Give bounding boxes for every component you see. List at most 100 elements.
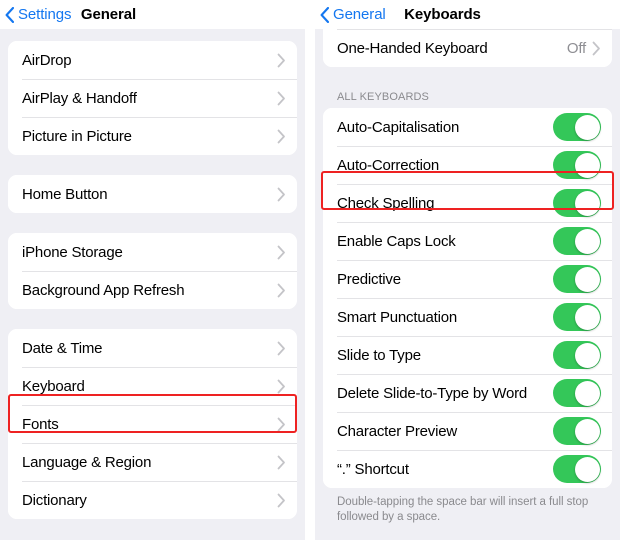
toggle-knob [574,114,600,140]
toggle-character-preview[interactable] [553,417,601,445]
panel-separator [305,0,315,540]
left-page-title: General [80,6,137,23]
chevron-right-icon [277,417,286,432]
row-label: Date & Time [22,339,103,357]
row-label: AirPlay & Handoff [22,89,137,107]
row-label: Check Spelling [337,194,435,212]
row-label: Predictive [337,270,401,288]
toggle-smart-punctuation[interactable] [553,303,601,331]
sidebar-item-fonts[interactable]: Fonts [8,405,297,443]
chevron-right-icon [592,41,601,56]
chevron-right-icon [277,91,286,106]
list-item-auto-capitalisation[interactable]: Auto-Capitalisation [323,108,612,146]
row-label: Auto-Capitalisation [337,118,460,136]
toggle-knob [574,304,600,330]
toggle-predictive[interactable] [553,265,601,293]
list-item-slide-to-type[interactable]: Slide to Type [323,336,612,374]
list-item-smart-punctuation[interactable]: Smart Punctuation [323,298,612,336]
toggle-enable-caps-lock[interactable] [553,227,601,255]
row-label: Auto-Correction [337,156,440,174]
toggle-knob [574,342,600,368]
left-settings-panel: Settings General AirDrop AirPlay & Hando… [0,0,305,540]
toggle-knob [574,152,600,178]
toggle-knob [574,190,600,216]
left-group-home-button: Home Button [8,175,297,213]
right-keyboards-panel: General Keyboards One-Handed Keyboard Of… [315,0,620,540]
right-scroll-body[interactable]: One-Handed Keyboard Off ALL KEYBOARDS Au… [315,29,620,540]
row-label: Keyboard [22,377,85,395]
list-item-check-spelling[interactable]: Check Spelling [323,184,612,222]
toggle-auto-correction[interactable] [553,151,601,179]
right-group-all-keyboards: Auto-Capitalisation Auto-Correction Chec… [323,108,612,488]
row-label: Language & Region [22,453,152,471]
sidebar-item-airdrop[interactable]: AirDrop [8,41,297,79]
list-item-delete-slide-to-type-by-word[interactable]: Delete Slide-to-Type by Word [323,374,612,412]
sidebar-item-keyboard[interactable]: Keyboard [8,367,297,405]
left-group-system: Date & Time Keyboard Fonts Language & Re… [8,329,297,519]
row-label: Slide to Type [337,346,421,364]
left-group-spacer-2 [0,213,305,233]
toggle-knob [574,456,600,482]
right-nav-bar: General Keyboards [315,0,620,29]
sidebar-item-dictionary[interactable]: Dictionary [8,481,297,519]
chevron-right-icon [277,283,286,298]
right-group-one-handed: One-Handed Keyboard Off [323,29,612,67]
left-scroll-body[interactable]: AirDrop AirPlay & Handoff Picture in Pic… [0,29,305,540]
chevron-right-icon [277,455,286,470]
row-label: Smart Punctuation [337,308,457,326]
sidebar-item-home-button[interactable]: Home Button [8,175,297,213]
chevron-right-icon [277,129,286,144]
sidebar-item-date-time[interactable]: Date & Time [8,329,297,367]
row-label: Background App Refresh [22,281,185,299]
left-group-spacer-3 [0,309,305,329]
toggle-knob [574,228,600,254]
list-item-predictive[interactable]: Predictive [323,260,612,298]
left-nav-bar: Settings General [0,0,305,29]
row-label: One-Handed Keyboard [337,39,488,57]
chevron-right-icon [277,379,286,394]
list-item-one-handed-keyboard[interactable]: One-Handed Keyboard Off [323,29,612,67]
chevron-right-icon [277,341,286,356]
row-label: Picture in Picture [22,127,132,145]
right-group-spacer-1 [315,67,620,87]
row-label: AirDrop [22,51,72,69]
list-item-period-shortcut[interactable]: “.” Shortcut [323,450,612,488]
toggle-auto-capitalisation[interactable] [553,113,601,141]
row-label: Dictionary [22,491,87,509]
section-header-all-keyboards: ALL KEYBOARDS [337,91,429,103]
sidebar-item-iphone-storage[interactable]: iPhone Storage [8,233,297,271]
toggle-knob [574,380,600,406]
row-value: Off [566,39,586,57]
left-spacer-top [0,29,305,41]
row-label: “.” Shortcut [337,460,409,478]
row-label: Character Preview [337,422,457,440]
left-group-connectivity: AirDrop AirPlay & Handoff Picture in Pic… [8,41,297,155]
footnote-period-shortcut: Double-tapping the space bar will insert… [337,496,589,523]
row-label: Enable Caps Lock [337,232,456,250]
dual-screenshot-container: Settings General AirDrop AirPlay & Hando… [0,0,620,540]
sidebar-item-picture-in-picture[interactable]: Picture in Picture [8,117,297,155]
row-label: Delete Slide-to-Type by Word [337,384,528,402]
row-label: Fonts [22,415,59,433]
row-label: Home Button [22,185,108,203]
toggle-delete-slide-to-type-by-word[interactable] [553,379,601,407]
toggle-knob [574,418,600,444]
toggle-slide-to-type[interactable] [553,341,601,369]
left-group-spacer-1 [0,155,305,175]
sidebar-item-language-region[interactable]: Language & Region [8,443,297,481]
toggle-knob [574,266,600,292]
sidebar-item-airplay-handoff[interactable]: AirPlay & Handoff [8,79,297,117]
list-item-auto-correction[interactable]: Auto-Correction [323,146,612,184]
toggle-period-shortcut[interactable] [553,455,601,483]
chevron-right-icon [277,187,286,202]
row-label: iPhone Storage [22,243,123,261]
list-item-character-preview[interactable]: Character Preview [323,412,612,450]
chevron-right-icon [277,493,286,508]
list-item-enable-caps-lock[interactable]: Enable Caps Lock [323,222,612,260]
left-group-storage: iPhone Storage Background App Refresh [8,233,297,309]
sidebar-item-background-app-refresh[interactable]: Background App Refresh [8,271,297,309]
right-page-title: Keyboards [404,6,481,23]
chevron-right-icon [277,245,286,260]
toggle-check-spelling[interactable] [553,189,601,217]
chevron-right-icon [277,53,286,68]
